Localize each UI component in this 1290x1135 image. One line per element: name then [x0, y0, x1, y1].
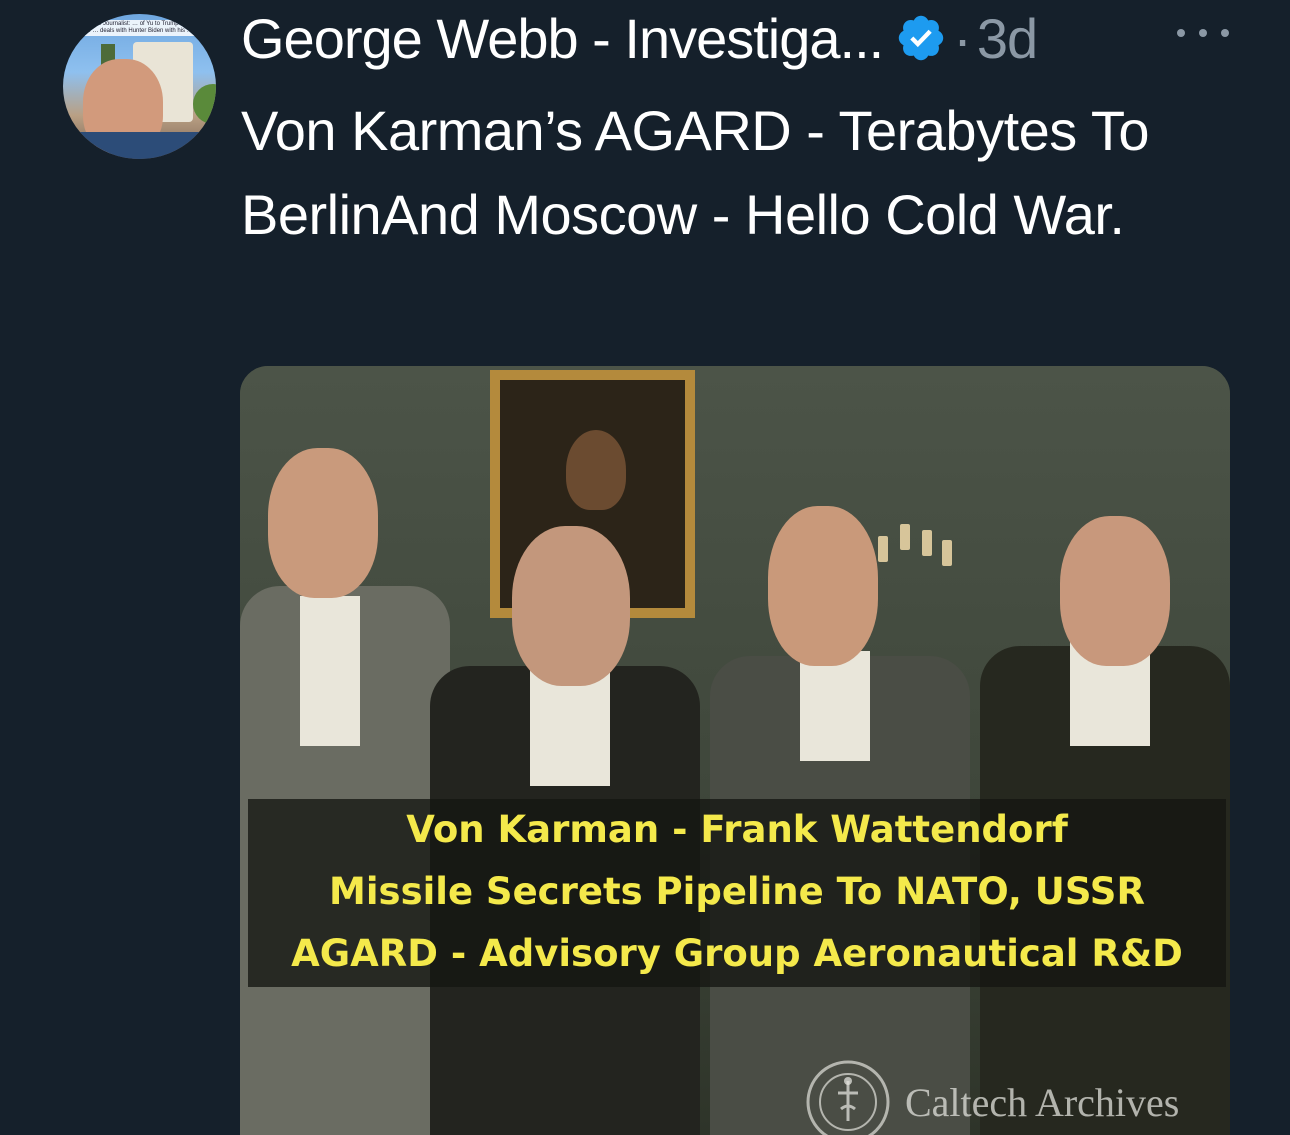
watermark: Caltech Archives [805, 1059, 1179, 1135]
more-dot [1177, 29, 1185, 37]
candle [900, 524, 910, 550]
separator-dot: · [953, 6, 972, 70]
person-head [1060, 516, 1170, 666]
author-name[interactable]: George Webb - Investiga... [241, 6, 884, 71]
tweet-header: George Webb - Investiga... · 3d [241, 0, 1038, 76]
avatar-shirt [63, 132, 216, 159]
caltech-seal-icon [805, 1059, 891, 1135]
candle [922, 530, 932, 556]
person-collar [300, 596, 360, 746]
verified-badge-icon [895, 12, 947, 64]
caption-line: Von Karman - Frank Wattendorf [406, 808, 1068, 851]
tweet-media-image[interactable]: Von Karman - Frank Wattendorf Missile Se… [240, 366, 1230, 1135]
wall-sconce [870, 516, 960, 616]
avatar-ticker: igative Journalist: … of Yu to Trump? Di… [81, 20, 207, 36]
candle [942, 540, 952, 566]
wall-portrait-figure [566, 430, 626, 510]
person-collar [800, 651, 870, 761]
caption-line: AGARD - Advisory Group Aeronautical R&D [291, 932, 1183, 975]
image-caption: Von Karman - Frank Wattendorf Missile Se… [248, 799, 1226, 987]
more-dot [1221, 29, 1229, 37]
more-horizontal-icon[interactable] [1177, 18, 1229, 48]
watermark-text: Caltech Archives [905, 1079, 1180, 1125]
author-avatar[interactable]: igative Journalist: … of Yu to Trump? Di… [63, 14, 216, 159]
candle [878, 536, 888, 562]
more-dot [1199, 29, 1207, 37]
timestamp[interactable]: 3d [977, 6, 1038, 71]
tweet-text: Von Karman’s AGARD - Terabytes To Berlin… [241, 99, 1149, 246]
tweet[interactable]: igative Journalist: … of Yu to Trump? Di… [0, 0, 1290, 1135]
person-head [268, 448, 378, 598]
person-head [768, 506, 878, 666]
avatar-tree [193, 84, 216, 124]
person-head [512, 526, 630, 686]
caption-line: Missile Secrets Pipeline To NATO, USSR [329, 870, 1145, 913]
